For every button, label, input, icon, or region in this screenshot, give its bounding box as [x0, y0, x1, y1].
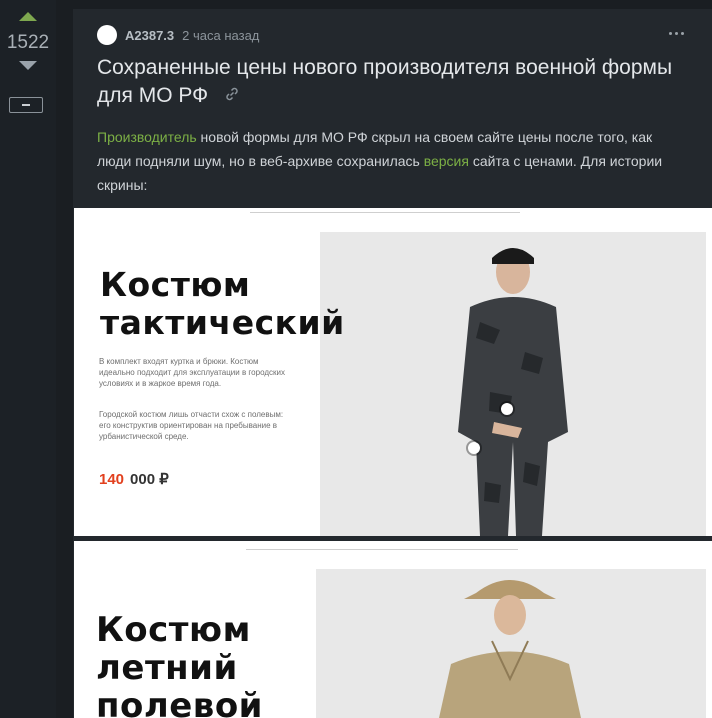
hotspot-marker[interactable]	[501, 403, 513, 415]
soldier-figure	[439, 580, 581, 718]
avatar[interactable]	[97, 25, 117, 45]
product-description: Городской костюм лишь отчасти схож с пол…	[99, 410, 284, 441]
headline-line: тактический	[100, 303, 345, 342]
post-title[interactable]: Сохраненные цены нового производителя во…	[97, 54, 677, 110]
rating-rail: 1522	[0, 0, 56, 718]
headline-line: Костюм	[100, 265, 251, 304]
price-amount: 140	[99, 471, 125, 488]
link-manufacturer[interactable]: Производитель	[97, 129, 197, 145]
post-image-tactical-suit[interactable]: Костюм тактический В комплект входят кур…	[74, 208, 712, 536]
product-description: В комплект входят куртка и брюки. Костюм…	[99, 357, 285, 388]
product-photo	[316, 569, 706, 718]
post-title-text[interactable]: Сохраненные цены нового производителя во…	[97, 56, 672, 107]
post-header: A2387.3 2 часа назад	[97, 25, 259, 45]
vote-up-icon[interactable]	[19, 12, 37, 21]
vote-down-icon[interactable]	[19, 61, 37, 70]
product-headline: Костюм летний полевой	[96, 611, 263, 718]
product-price: 140 000 ₽	[99, 470, 169, 488]
rating-score: 1522	[6, 32, 50, 53]
headline-line: летний	[96, 648, 238, 688]
divider	[250, 212, 520, 213]
post-text: Производитель новой формы для МО РФ скры…	[97, 125, 677, 197]
product-headline: Костюм тактический	[100, 266, 345, 342]
headline-line: полевой	[96, 686, 264, 718]
product-photo	[320, 232, 706, 536]
price-rest: 000 ₽	[130, 471, 169, 488]
post-image-summer-suit[interactable]: Костюм летний полевой	[74, 541, 712, 718]
post-time: 2 часа назад	[182, 27, 260, 43]
link-icon[interactable]	[224, 82, 240, 110]
post-card: A2387.3 2 часа назад Сохраненные цены но…	[73, 9, 712, 718]
headline-line: Костюм	[96, 610, 251, 650]
divider	[246, 549, 518, 550]
hotspot-marker[interactable]	[468, 442, 480, 454]
author-name[interactable]: A2387.3	[125, 28, 174, 43]
link-archive-version[interactable]: версия	[424, 153, 469, 169]
soldier-figure	[458, 248, 568, 536]
collapse-icon[interactable]	[9, 97, 43, 113]
more-icon[interactable]	[669, 32, 684, 35]
